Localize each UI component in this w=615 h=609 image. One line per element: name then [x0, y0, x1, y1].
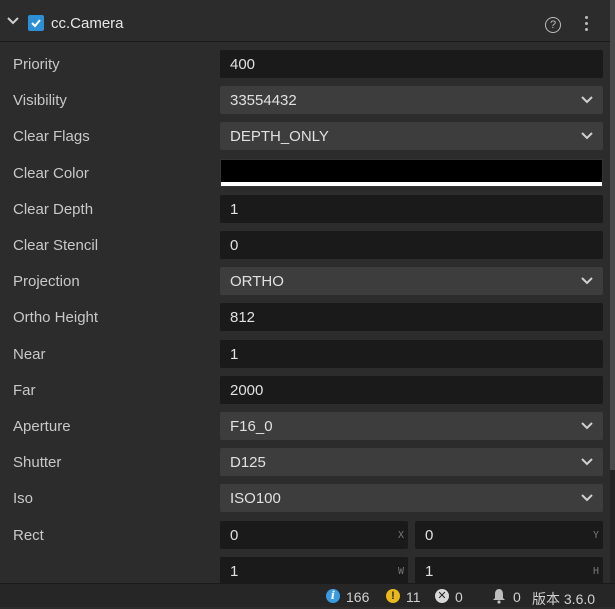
- property-label: Clear Flags: [13, 128, 90, 145]
- rect-w-value: 1: [230, 563, 239, 580]
- near-value: 1: [230, 346, 239, 363]
- property-row-clear-color: Clear Color: [0, 157, 610, 189]
- property-label: Shutter: [13, 454, 62, 471]
- rect-w-axis-label: W: [397, 566, 404, 577]
- error-icon[interactable]: ✕: [435, 589, 449, 603]
- iso-select[interactable]: ISO100: [220, 484, 603, 512]
- info-icon[interactable]: i: [326, 589, 340, 603]
- help-icon[interactable]: ?: [545, 17, 561, 33]
- chevron-down-icon: [581, 96, 593, 104]
- property-label: Visibility: [13, 92, 67, 109]
- property-row-visibility: Visibility 33554432: [0, 84, 610, 116]
- chevron-down-icon: [581, 277, 593, 285]
- shutter-select[interactable]: D125: [220, 448, 603, 476]
- property-label: Rect: [13, 527, 44, 544]
- property-row-iso: Iso ISO100: [0, 482, 610, 514]
- clear-depth-input[interactable]: 1: [220, 195, 603, 223]
- rect-y-input[interactable]: 0 Y: [415, 521, 603, 549]
- clear-stencil-input[interactable]: 0: [220, 231, 603, 259]
- clear-color-color-swatch[interactable]: [220, 159, 603, 187]
- priority-input[interactable]: 400: [220, 50, 603, 78]
- property-label: Projection: [13, 273, 80, 290]
- far-input[interactable]: 2000: [220, 376, 603, 404]
- rect-h-value: 1: [425, 563, 434, 580]
- rect-x-input[interactable]: 0 X: [220, 521, 408, 549]
- property-row-ortho-height: Ortho Height 812: [0, 301, 610, 333]
- property-label: Clear Stencil: [13, 237, 99, 254]
- checkmark-icon: [31, 19, 41, 28]
- projection-value: ORTHO: [230, 273, 284, 290]
- aperture-value: F16_0: [230, 418, 273, 435]
- property-label: Clear Color: [13, 165, 89, 182]
- warning-count[interactable]: 11: [406, 589, 421, 605]
- alpha-bar: [221, 182, 602, 186]
- component-title: cc.Camera: [51, 15, 124, 32]
- ortho-height-value: 812: [230, 309, 256, 326]
- property-label: Aperture: [13, 418, 71, 435]
- error-count[interactable]: 0: [455, 589, 463, 605]
- rect-h-input[interactable]: 1 H: [415, 557, 603, 585]
- property-row-clear-flags: Clear Flags DEPTH_ONLY: [0, 120, 610, 152]
- property-row-near: Near 1: [0, 338, 610, 370]
- scrollbar-thumb[interactable]: [610, 0, 615, 470]
- rect-h-axis-label: H: [592, 566, 599, 577]
- info-count[interactable]: 166: [346, 589, 369, 605]
- status-bar: i 166 ! 11 ✕ 0 0 版本 3.6.0: [0, 583, 615, 607]
- property-row-shutter: Shutter D125: [0, 446, 610, 478]
- bell-icon[interactable]: [492, 588, 506, 604]
- priority-value: 400: [230, 56, 256, 73]
- property-label: Priority: [13, 56, 60, 73]
- component-header: cc.Camera ?: [0, 0, 610, 42]
- property-row-clear-stencil: Clear Stencil 0: [0, 229, 610, 261]
- version-label: 版本 3.6.0: [532, 591, 596, 607]
- property-label: Near: [13, 346, 46, 363]
- notification-count[interactable]: 0: [513, 589, 521, 605]
- far-value: 2000: [230, 382, 264, 399]
- clear-flags-select[interactable]: DEPTH_ONLY: [220, 122, 603, 150]
- rect-x-axis-label: X: [397, 530, 404, 541]
- shutter-value: D125: [230, 454, 266, 471]
- ortho-height-input[interactable]: 812: [220, 303, 603, 331]
- property-label: Clear Depth: [13, 201, 94, 218]
- property-row-clear-depth: Clear Depth 1: [0, 193, 610, 225]
- property-row-priority: Priority 400: [0, 48, 610, 80]
- property-label: Ortho Height: [13, 309, 99, 326]
- chevron-down-icon: [581, 494, 593, 502]
- near-input[interactable]: 1: [220, 340, 603, 368]
- projection-select[interactable]: ORTHO: [220, 267, 603, 295]
- chevron-down-icon: [581, 458, 593, 466]
- property-label: Iso: [13, 490, 34, 507]
- chevron-down-icon: [581, 132, 593, 140]
- visibility-value: 33554432: [230, 92, 297, 109]
- property-row-aperture: Aperture F16_0: [0, 410, 610, 442]
- property-label: Far: [13, 382, 36, 399]
- property-row-rect: Rect 0 X 0 Y: [0, 519, 610, 551]
- component-enabled-checkbox[interactable]: [28, 15, 44, 31]
- iso-value: ISO100: [230, 490, 281, 507]
- more-options-icon[interactable]: [584, 16, 590, 34]
- chevron-down-icon: [581, 422, 593, 430]
- clear-depth-value: 1: [230, 201, 239, 218]
- chevron-down-icon[interactable]: [6, 14, 20, 28]
- warning-icon[interactable]: !: [386, 589, 400, 603]
- clear-stencil-value: 0: [230, 237, 239, 254]
- rect-x-value: 0: [230, 527, 239, 544]
- rect-w-input[interactable]: 1 W: [220, 557, 408, 585]
- property-row-projection: Projection ORTHO: [0, 265, 610, 297]
- property-row-far: Far 2000: [0, 374, 610, 406]
- clear-flags-value: DEPTH_ONLY: [230, 128, 329, 145]
- visibility-select[interactable]: 33554432: [220, 86, 603, 114]
- rect-y-axis-label: Y: [592, 530, 599, 541]
- aperture-select[interactable]: F16_0: [220, 412, 603, 440]
- rect-y-value: 0: [425, 527, 434, 544]
